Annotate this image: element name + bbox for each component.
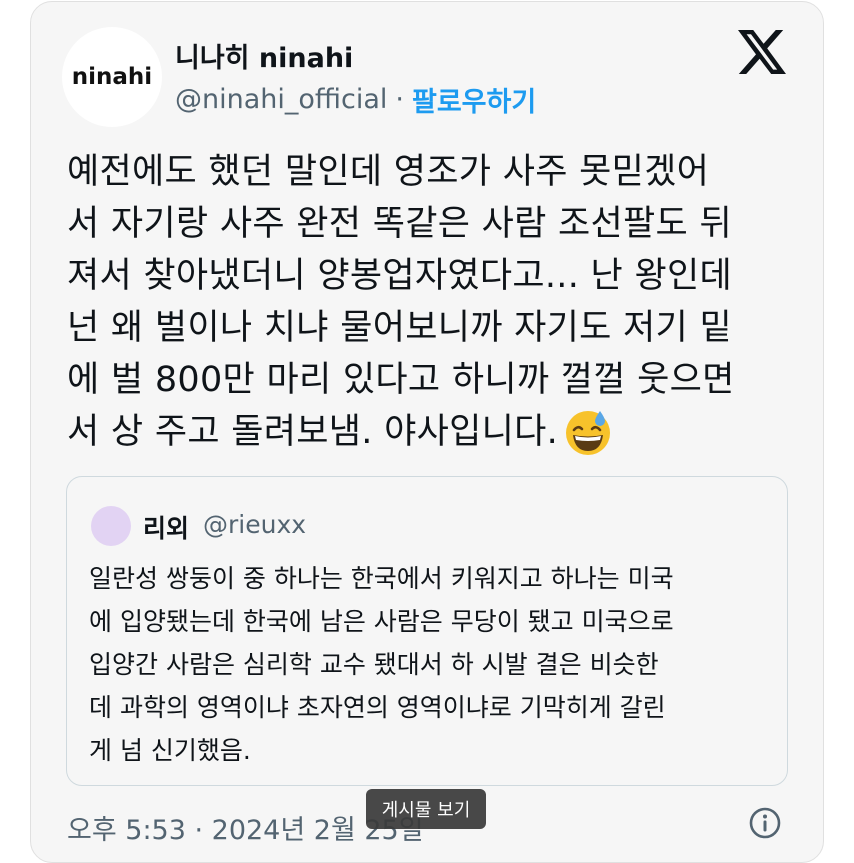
quoted-author-avatar[interactable] bbox=[91, 506, 131, 546]
separator-dot: · bbox=[395, 84, 404, 115]
tweet-line: 져서 찾아냈더니 양봉업자였다고... 난 왕인데 bbox=[67, 256, 732, 296]
tweet-last-line: 서 상 주고 돌려보냄. 야사입니다. bbox=[67, 406, 807, 458]
quote-line: 게 넘 신기했음. bbox=[89, 736, 251, 765]
author-handle-row: @ninahi_official · 팔로우하기 bbox=[175, 80, 536, 119]
tweet-line: 서 상 주고 돌려보냄. 야사입니다. bbox=[67, 412, 559, 452]
avatar-logo-text: ninahi bbox=[71, 64, 153, 90]
author-handle[interactable]: @ninahi_official bbox=[175, 84, 387, 115]
quoted-author-handle: @rieuxx bbox=[203, 510, 307, 539]
follow-button[interactable]: 팔로우하기 bbox=[412, 80, 536, 119]
view-post-tooltip: 게시물 보기 bbox=[366, 789, 486, 829]
quoted-tweet[interactable]: 리외 @rieuxx 일란성 쌍둥이 중 하나는 한국에서 키워지고 하나는 미… bbox=[66, 476, 788, 786]
x-logo-icon[interactable] bbox=[738, 30, 786, 74]
quote-line: 데 과학의 영역이냐 초자연의 영역이냐로 기막히게 갈린 bbox=[89, 693, 666, 722]
tweet-line: 넌 왜 벌이나 치냐 물어보니까 자기도 저기 밑 bbox=[67, 308, 732, 348]
author-avatar[interactable]: ninahi bbox=[62, 27, 162, 127]
tweet-line: 에 벌 800만 마리 있다고 하니까 껄껄 웃으면 bbox=[67, 360, 735, 400]
author-display-name[interactable]: 니나히 ninahi bbox=[175, 36, 353, 75]
tweet-line: 예전에도 했던 말인데 영조가 사주 못믿겠어 bbox=[67, 152, 710, 192]
tweet-line: 서 자기랑 사주 완전 똑같은 사람 조선팔도 뒤 bbox=[67, 204, 732, 244]
info-icon[interactable] bbox=[748, 806, 782, 840]
quote-line: 입양간 사람은 심리학 교수 됐대서 하 시발 결은 비슷한 bbox=[89, 650, 659, 679]
quoted-author-name: 리외 bbox=[143, 514, 190, 543]
quote-line: 일란성 쌍둥이 중 하나는 한국에서 키워지고 하나는 미국 bbox=[89, 564, 674, 593]
quoted-tweet-body: 일란성 쌍둥이 중 하나는 한국에서 키워지고 하나는 미국 에 입양됐는데 한… bbox=[89, 557, 779, 772]
tweet-body: 예전에도 했던 말인데 영조가 사주 못믿겠어 서 자기랑 사주 완전 똑같은 … bbox=[67, 146, 807, 458]
grinning-face-with-sweat-emoji bbox=[566, 411, 611, 455]
quote-line: 에 입양됐는데 한국에 남은 사람은 무당이 됐고 미국으로 bbox=[89, 607, 674, 636]
